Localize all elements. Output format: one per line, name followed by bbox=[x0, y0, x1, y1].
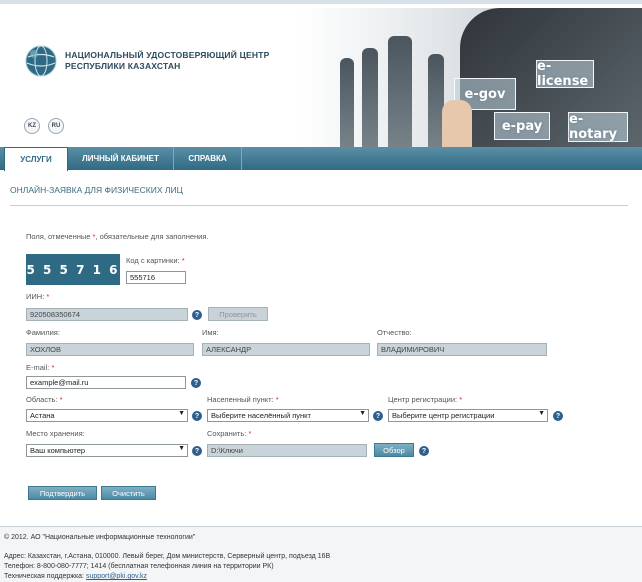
email-label: E-mail: * bbox=[26, 363, 54, 372]
org-title-line2: РЕСПУБЛИКИ КАЗАХСТАН bbox=[65, 61, 181, 71]
required-star: * bbox=[46, 292, 50, 301]
submit-button[interactable]: Подтвердить bbox=[28, 486, 97, 500]
patronymic-label: Отчество: bbox=[377, 328, 412, 337]
captcha-image: 5 5 5 7 1 6 bbox=[26, 254, 120, 285]
help-icon[interactable]: ? bbox=[192, 446, 202, 456]
email-input[interactable]: example@mail.ru bbox=[26, 376, 186, 389]
person-silhouette bbox=[388, 36, 412, 148]
center-select-value: Выберите центр регистрации bbox=[392, 411, 495, 420]
required-note-text: , обязательные для заполнения. bbox=[95, 232, 209, 241]
region-label-text: Область: bbox=[26, 395, 58, 404]
footer-copyright: © 2012. АО "Национальные информационные … bbox=[4, 534, 196, 541]
lang-ru-button[interactable]: RU bbox=[48, 118, 64, 134]
surname-label: Фамилия: bbox=[26, 328, 60, 337]
browse-button[interactable]: Обзор bbox=[374, 443, 414, 457]
support-email-link[interactable]: support@pki.gov.kz bbox=[86, 573, 147, 580]
storage-select-value: Ваш компьютер bbox=[30, 446, 86, 455]
region-select[interactable]: Астана ▼ bbox=[26, 409, 188, 422]
locality-label: Населенный пункт: * bbox=[207, 395, 279, 404]
person-silhouette bbox=[362, 48, 378, 148]
tab-services[interactable]: УСЛУГИ bbox=[4, 147, 68, 171]
footer-phone: Телефон: 8-800-080-7777; 1414 (бесплатна… bbox=[4, 563, 274, 570]
help-icon[interactable]: ? bbox=[553, 411, 563, 421]
save-path-input[interactable]: D:\Ключи bbox=[207, 444, 367, 457]
locality-select-value: Выберите населённый пункт bbox=[211, 411, 311, 420]
hand-illustration bbox=[442, 100, 472, 150]
name-label: Имя: bbox=[202, 328, 219, 337]
header-banner: e-license e-gov e-pay e-notary bbox=[300, 8, 642, 150]
iin-label: ИИН: * bbox=[26, 292, 49, 301]
required-note: Поля, отмеченные *, обязательные для зап… bbox=[26, 232, 209, 241]
chevron-down-icon: ▼ bbox=[359, 410, 366, 417]
org-title-line1: НАЦИОНАЛЬНЫЙ УДОСТОВЕРЯЮЩИЙ ЦЕНТР bbox=[65, 50, 270, 60]
required-star: * bbox=[59, 395, 63, 404]
storage-label: Место хранения: bbox=[26, 429, 85, 438]
help-icon[interactable]: ? bbox=[419, 446, 429, 456]
main-nav: УСЛУГИ ЛИЧНЫЙ КАБИНЕТ СПРАВКА bbox=[0, 147, 642, 171]
storage-select[interactable]: Ваш компьютер ▼ bbox=[26, 444, 188, 457]
chevron-down-icon: ▼ bbox=[178, 445, 185, 452]
required-star: * bbox=[459, 395, 463, 404]
banner-tile: e-license bbox=[536, 59, 594, 89]
chevron-down-icon: ▼ bbox=[538, 410, 545, 417]
patronymic-input[interactable]: ВЛАДИМИРОВИЧ bbox=[377, 343, 547, 356]
save-path-label: Сохранить: * bbox=[207, 429, 251, 438]
help-icon[interactable]: ? bbox=[191, 378, 201, 388]
footer-support: Техническая поддержка: support@pki.gov.k… bbox=[4, 573, 147, 580]
required-star: * bbox=[248, 429, 252, 438]
region-label: Область: * bbox=[26, 395, 63, 404]
clear-button[interactable]: Очистить bbox=[101, 486, 156, 500]
center-label-text: Центр регистрации: bbox=[388, 395, 458, 404]
help-icon[interactable]: ? bbox=[373, 411, 383, 421]
help-icon[interactable]: ? bbox=[192, 411, 202, 421]
center-select[interactable]: Выберите центр регистрации ▼ bbox=[388, 409, 548, 422]
banner-tile: e-pay bbox=[494, 112, 550, 140]
person-silhouette bbox=[340, 58, 354, 148]
locality-label-text: Населенный пункт: bbox=[207, 395, 274, 404]
required-note-text: Поля, отмеченные bbox=[26, 232, 93, 241]
iin-label-text: ИИН: bbox=[26, 292, 45, 301]
footer-address: Адрес: Казахстан, г.Астана, 010000. Левы… bbox=[4, 553, 331, 560]
help-icon[interactable]: ? bbox=[192, 310, 202, 320]
required-star: * bbox=[275, 395, 279, 404]
required-star: * bbox=[181, 256, 185, 265]
center-label: Центр регистрации: * bbox=[388, 395, 462, 404]
footer-support-label: Техническая поддержка: bbox=[4, 573, 85, 580]
globe-logo-icon bbox=[25, 45, 57, 77]
captcha-label-text: Код с картинки: bbox=[126, 256, 180, 265]
captcha-input[interactable]: 555716 bbox=[126, 271, 186, 284]
tab-personal-account[interactable]: ЛИЧНЫЙ КАБИНЕТ bbox=[68, 147, 174, 170]
org-title: НАЦИОНАЛЬНЫЙ УДОСТОВЕРЯЮЩИЙ ЦЕНТР РЕСПУБ… bbox=[65, 50, 270, 72]
page-title: ОНЛАЙН-ЗАЯВКА ДЛЯ ФИЗИЧЕСКИХ ЛИЦ bbox=[10, 185, 183, 195]
tab-help[interactable]: СПРАВКА bbox=[174, 147, 242, 170]
name-input[interactable]: АЛЕКСАНДР bbox=[202, 343, 370, 356]
site-header: НАЦИОНАЛЬНЫЙ УДОСТОВЕРЯЮЩИЙ ЦЕНТР РЕСПУБ… bbox=[0, 0, 642, 150]
save-path-label-text: Сохранить: bbox=[207, 429, 247, 438]
check-iin-button[interactable]: Проверить bbox=[208, 307, 268, 321]
captcha-label: Код с картинки: * bbox=[126, 256, 185, 265]
region-select-value: Астана bbox=[30, 411, 55, 420]
banner-tile: e-notary bbox=[568, 112, 628, 142]
divider bbox=[10, 205, 628, 206]
locality-select[interactable]: Выберите населённый пункт ▼ bbox=[207, 409, 369, 422]
email-label-text: E-mail: bbox=[26, 363, 50, 372]
lang-kz-button[interactable]: KZ bbox=[24, 118, 40, 134]
chevron-down-icon: ▼ bbox=[178, 410, 185, 417]
site-footer: © 2012. АО "Национальные информационные … bbox=[0, 526, 642, 582]
surname-input[interactable]: ХОХЛОВ bbox=[26, 343, 194, 356]
required-star: * bbox=[51, 363, 55, 372]
iin-input[interactable]: 920508350674 bbox=[26, 308, 188, 321]
